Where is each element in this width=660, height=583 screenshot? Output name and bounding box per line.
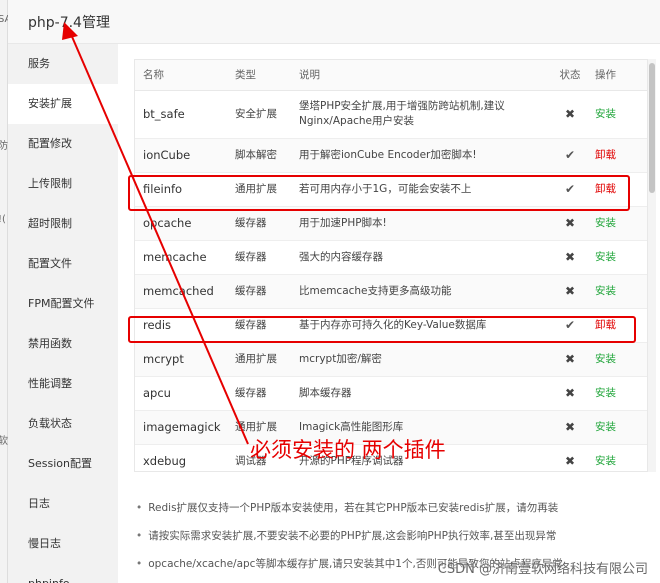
extensions-panel: 名称 类型 说明 状态 操作 bt_safe 安全扩展 堡塔PHP安全扩展,用于… [126, 44, 660, 583]
background-fragment: !( [0, 214, 6, 225]
highlight-redis-row [128, 316, 636, 343]
sidebar-item-config-file[interactable]: 配置文件 [8, 244, 118, 284]
extension-description: 用于加速PHP脚本! [291, 206, 549, 241]
highlight-fileinfo-row [128, 175, 630, 211]
check-icon: ✔ [564, 147, 576, 162]
dialog-title: php-7.4管理 [28, 15, 110, 31]
background-fragment: 防 [0, 141, 8, 152]
extension-description: 强大的内容缓存器 [291, 240, 549, 275]
install-link[interactable]: 安装 [595, 455, 616, 467]
cross-icon: ✖ [564, 249, 576, 264]
table-header-row: 名称 类型 说明 状态 操作 [135, 60, 647, 91]
extension-description: 堡塔PHP安全扩展,用于增强防跨站机制,建议Nginx/Apache用户安装 [291, 90, 549, 139]
csdn-watermark: CSDN @济南壹软网络科技有限公司 [437, 562, 648, 577]
extension-type: 缓存器 [227, 206, 291, 241]
extension-type: 脚本解密 [227, 138, 291, 173]
extensions-table-container[interactable]: 名称 类型 说明 状态 操作 bt_safe 安全扩展 堡塔PHP安全扩展,用于… [134, 59, 648, 472]
sidebar-item-disabled-functions[interactable]: 禁用函数 [8, 324, 118, 364]
background-fragment: 软 [0, 436, 8, 447]
sidebar-item-install-extensions[interactable]: 安装扩展 [8, 84, 118, 124]
uninstall-link[interactable]: 卸载 [595, 149, 616, 161]
extension-type: 通用扩展 [227, 342, 291, 377]
dialog-titlebar: php-7.4管理 [8, 0, 660, 44]
header-description: 说明 [291, 60, 549, 91]
header-name: 名称 [135, 60, 227, 91]
table-row: memcache 缓存器 强大的内容缓存器 ✖ 安装 [135, 240, 647, 275]
background-window-strip: SA 防 !( 软 [0, 0, 11, 583]
extension-name: imagemagick [135, 410, 227, 445]
extension-name: ionCube [135, 138, 227, 173]
header-status: 状态 [549, 60, 591, 91]
sidebar-item-slow-log[interactable]: 慢日志 [8, 524, 118, 564]
sidebar-item-load-status[interactable]: 负载状态 [8, 404, 118, 444]
cross-icon: ✖ [564, 419, 576, 434]
table-row: opcache 缓存器 用于加速PHP脚本! ✖ 安装 [135, 206, 647, 241]
extensions-table: 名称 类型 说明 状态 操作 bt_safe 安全扩展 堡塔PHP安全扩展,用于… [135, 60, 647, 471]
extension-name: apcu [135, 376, 227, 411]
note-item: Redis扩展仅支持一个PHP版本安装使用，若在其它PHP版本已安装redis扩… [136, 494, 656, 522]
extension-type: 缓存器 [227, 274, 291, 309]
table-scrollbar[interactable] [648, 59, 656, 472]
extension-name: memcached [135, 274, 227, 309]
extension-type: 安全扩展 [227, 90, 291, 139]
install-link[interactable]: 安装 [595, 353, 616, 365]
php-manage-dialog: php-7.4管理 服务 安装扩展 配置修改 上传限制 超时限制 配置文件 FP… [8, 0, 660, 583]
header-action: 操作 [591, 60, 647, 91]
install-link[interactable]: 安装 [595, 421, 616, 433]
extension-description: 用于解密ionCube Encoder加密脚本! [291, 138, 549, 173]
install-link[interactable]: 安装 [595, 387, 616, 399]
extension-name: mcrypt [135, 342, 227, 377]
annotation-text: 必须安装的 两个插件 [250, 438, 446, 462]
settings-sidebar: 服务 安装扩展 配置修改 上传限制 超时限制 配置文件 FPM配置文件 禁用函数… [8, 44, 118, 583]
sidebar-item-log[interactable]: 日志 [8, 484, 118, 524]
cross-icon: ✖ [564, 351, 576, 366]
extension-name: opcache [135, 206, 227, 241]
sidebar-item-config-edit[interactable]: 配置修改 [8, 124, 118, 164]
sidebar-item-timeout-limit[interactable]: 超时限制 [8, 204, 118, 244]
install-link[interactable]: 安装 [595, 217, 616, 229]
cross-icon: ✖ [564, 106, 576, 121]
extension-name: xdebug [135, 444, 227, 471]
extension-name: bt_safe [135, 90, 227, 139]
extension-type: 缓存器 [227, 376, 291, 411]
install-link[interactable]: 安装 [595, 108, 616, 120]
note-item: 请按实际需求安装扩展,不要安装不必要的PHP扩展,这会影响PHP执行效率,甚至出… [136, 522, 656, 550]
extension-description: 比memcache支持更多高级功能 [291, 274, 549, 309]
table-row: ionCube 脚本解密 用于解密ionCube Encoder加密脚本! ✔ … [135, 138, 647, 173]
install-link[interactable]: 安装 [595, 251, 616, 263]
table-row: mcrypt 通用扩展 mcrypt加密/解密 ✖ 安装 [135, 342, 647, 377]
table-row: bt_safe 安全扩展 堡塔PHP安全扩展,用于增强防跨站机制,建议Nginx… [135, 90, 647, 139]
extension-type: 缓存器 [227, 240, 291, 275]
cross-icon: ✖ [564, 215, 576, 230]
extension-name: memcache [135, 240, 227, 275]
extension-description: 脚本缓存器 [291, 376, 549, 411]
sidebar-item-service[interactable]: 服务 [8, 44, 118, 84]
table-row: apcu 缓存器 脚本缓存器 ✖ 安装 [135, 376, 647, 411]
sidebar-item-performance[interactable]: 性能调整 [8, 364, 118, 404]
sidebar-item-phpinfo[interactable]: phpinfo [8, 564, 118, 583]
cross-icon: ✖ [564, 453, 576, 468]
cross-icon: ✖ [564, 385, 576, 400]
scrollbar-thumb[interactable] [649, 63, 655, 193]
extension-description: mcrypt加密/解密 [291, 342, 549, 377]
sidebar-item-session-config[interactable]: Session配置 [8, 444, 118, 484]
sidebar-item-fpm-config[interactable]: FPM配置文件 [8, 284, 118, 324]
table-row: memcached 缓存器 比memcache支持更多高级功能 ✖ 安装 [135, 274, 647, 309]
install-link[interactable]: 安装 [595, 285, 616, 297]
sidebar-item-upload-limit[interactable]: 上传限制 [8, 164, 118, 204]
cross-icon: ✖ [564, 283, 576, 298]
header-type: 类型 [227, 60, 291, 91]
